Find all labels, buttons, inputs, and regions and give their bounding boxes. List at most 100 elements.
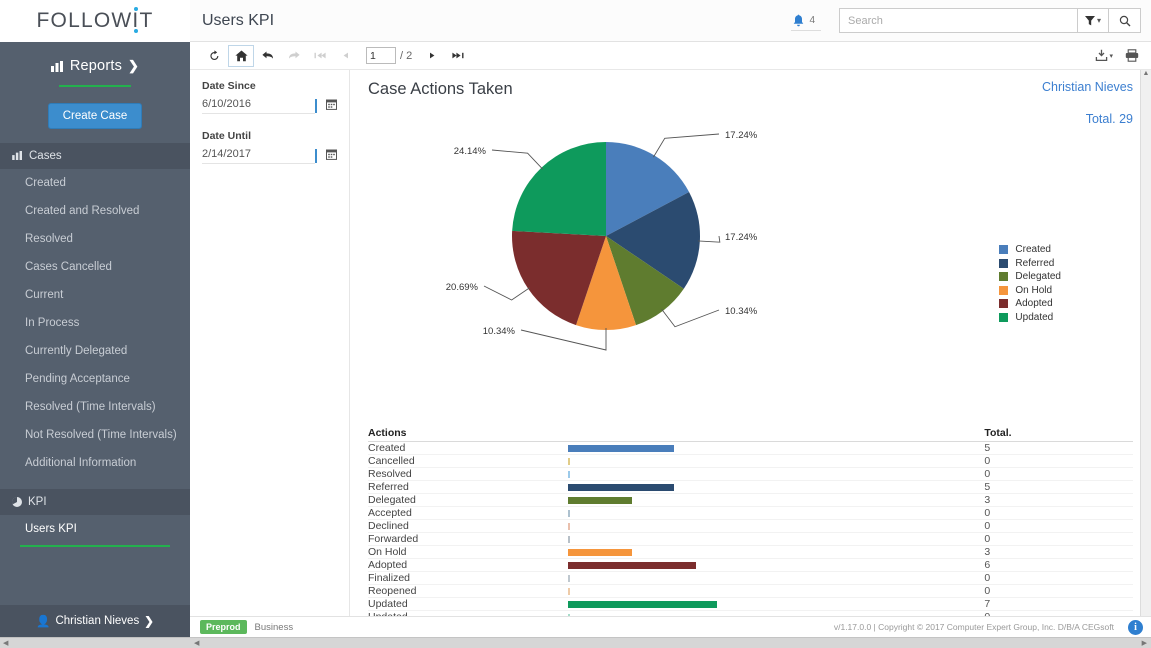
- sidebar-item-resolved-time-intervals[interactable]: Resolved (Time Intervals): [0, 393, 190, 421]
- pie-leader-line: [520, 328, 607, 351]
- brand-logo[interactable]: FOLLOWI T: [0, 0, 190, 42]
- cell-total: 0: [984, 506, 1133, 520]
- table-row[interactable]: Referred 5: [368, 480, 1133, 494]
- value-bar: [568, 574, 570, 582]
- scroll-left-icon[interactable]: ◀: [0, 639, 11, 647]
- table-row[interactable]: Declined 0: [368, 519, 1133, 533]
- table-row[interactable]: Reopened 0: [368, 584, 1133, 598]
- home-button[interactable]: [228, 44, 254, 67]
- vertical-scrollbar[interactable]: ▲ ▼: [1140, 70, 1151, 616]
- refresh-icon: [209, 49, 218, 60]
- cell-action: Declined: [368, 519, 569, 533]
- info-icon[interactable]: i: [1128, 619, 1143, 635]
- reports-label: Reports: [69, 58, 123, 74]
- legend-item[interactable]: On Hold: [999, 285, 1061, 296]
- sidebar-item-resolved[interactable]: Resolved: [0, 225, 190, 253]
- reports-link[interactable]: Reports ❯: [50, 58, 140, 74]
- main-content: Users KPI 4 ▾: [190, 0, 1151, 648]
- cell-action: Finalized: [368, 571, 569, 585]
- refresh-button[interactable]: [202, 45, 226, 67]
- next-page-button[interactable]: [420, 45, 444, 67]
- page-number-input[interactable]: [366, 47, 396, 64]
- cell-bar: [568, 467, 985, 481]
- export-button[interactable]: ▾: [1095, 49, 1113, 62]
- calendar-icon[interactable]: [315, 149, 337, 163]
- sidebar-item-pending-acceptance[interactable]: Pending Acceptance: [0, 365, 190, 393]
- date-until-value[interactable]: 2/14/2017: [202, 148, 315, 164]
- bar-chart-icon: [50, 60, 63, 72]
- pie-chart[interactable]: 17.24% 17.24% 10.34% 10.34% 20.69% 24.14%: [368, 118, 928, 408]
- table-row[interactable]: Accepted 0: [368, 506, 1133, 520]
- pie-leader-line: [653, 133, 720, 158]
- table-row[interactable]: On Hold 3: [368, 545, 1133, 559]
- pie-leader-line: [491, 149, 544, 170]
- calendar-icon: [326, 149, 337, 160]
- sidebar-item-cases-cancelled[interactable]: Cases Cancelled: [0, 253, 190, 281]
- cell-bar: [568, 454, 985, 468]
- table-row[interactable]: Delegated 3: [368, 493, 1133, 507]
- print-button[interactable]: [1125, 49, 1139, 62]
- cell-bar: [568, 545, 985, 559]
- sidebar-item-in-process[interactable]: In Process: [0, 309, 190, 337]
- scroll-left-icon[interactable]: ◀: [190, 639, 203, 647]
- pie-percent-label: 10.34%: [725, 306, 758, 317]
- scroll-right-icon[interactable]: ▶: [1138, 639, 1151, 647]
- legend-item[interactable]: Delegated: [999, 271, 1061, 282]
- search-group: ▾: [839, 8, 1141, 33]
- pie-leader-line: [697, 235, 721, 243]
- report-body: Case Actions Taken Christian Nieves Tota…: [350, 70, 1151, 616]
- sidebar-item-created-and-resolved[interactable]: Created and Resolved: [0, 197, 190, 225]
- sidebar-section-cases[interactable]: Cases: [0, 142, 190, 169]
- table-row[interactable]: Updated 0: [368, 610, 1133, 616]
- table-row[interactable]: Forwarded 0: [368, 532, 1133, 546]
- table-header-row: Actions Total.: [368, 426, 1133, 442]
- table-row[interactable]: Cancelled 0: [368, 454, 1133, 468]
- legend-item[interactable]: Adopted: [999, 298, 1061, 309]
- sidebar-section-kpi[interactable]: KPI: [0, 488, 190, 515]
- cell-action: Updated: [368, 610, 569, 616]
- sidebar-horizontal-scrollbar[interactable]: ◀: [0, 637, 190, 648]
- top-bar: Users KPI 4 ▾: [190, 0, 1151, 42]
- legend-item[interactable]: Referred: [999, 258, 1061, 269]
- cell-bar: [568, 610, 985, 616]
- back-button[interactable]: [256, 45, 280, 67]
- table-row[interactable]: Updated 7: [368, 597, 1133, 611]
- search-input[interactable]: [839, 8, 1077, 33]
- legend-swatch: [999, 285, 1009, 295]
- column-header-total: Total.: [984, 426, 1133, 442]
- report-user-link[interactable]: Christian Nieves: [1042, 80, 1133, 94]
- table-row[interactable]: Adopted 6: [368, 558, 1133, 572]
- date-since-label: Date Since: [202, 80, 256, 92]
- toolbar-right-actions: ▾: [1095, 49, 1139, 62]
- chevron-right-icon: ❯: [128, 58, 140, 73]
- search-filter-button[interactable]: ▾: [1077, 8, 1109, 33]
- sidebar-item-users-kpi[interactable]: Users KPI: [0, 515, 190, 543]
- create-case-button[interactable]: Create Case: [47, 102, 143, 129]
- sidebar-item-currently-delegated[interactable]: Currently Delegated: [0, 337, 190, 365]
- sidebar-item-additional-information[interactable]: Additional Information: [0, 449, 190, 477]
- last-page-button[interactable]: [446, 45, 470, 67]
- table-row[interactable]: Resolved 0: [368, 467, 1133, 481]
- table-row[interactable]: Created 5: [368, 441, 1133, 455]
- date-since-value[interactable]: 6/10/2016: [202, 98, 315, 114]
- scroll-up-icon[interactable]: ▲: [1143, 70, 1150, 77]
- pie-slice[interactable]: [512, 142, 606, 236]
- table-row[interactable]: Finalized 0: [368, 571, 1133, 585]
- sidebar-item-not-resolved-time-intervals[interactable]: Not Resolved (Time Intervals): [0, 421, 190, 449]
- report-content: Date Since 6/10/2016 Date Until 2/14/201…: [190, 70, 1151, 616]
- cell-total: 0: [984, 571, 1133, 585]
- home-icon: [234, 50, 248, 61]
- legend-item[interactable]: Updated: [999, 312, 1061, 323]
- notifications-button[interactable]: 4: [791, 11, 821, 31]
- cell-bar: [568, 493, 985, 507]
- cell-action: Accepted: [368, 506, 569, 520]
- sidebar-user-menu[interactable]: 👤 Christian Nieves ❯: [0, 605, 190, 637]
- sidebar-item-created[interactable]: Created: [0, 169, 190, 197]
- calendar-icon[interactable]: [315, 99, 337, 113]
- sidebar-item-current[interactable]: Current: [0, 281, 190, 309]
- chevron-down-icon: ▾: [1109, 52, 1113, 60]
- search-submit-button[interactable]: [1109, 8, 1141, 33]
- main-horizontal-scrollbar[interactable]: ◀ ▶: [190, 637, 1151, 648]
- legend-item[interactable]: Created: [999, 244, 1061, 255]
